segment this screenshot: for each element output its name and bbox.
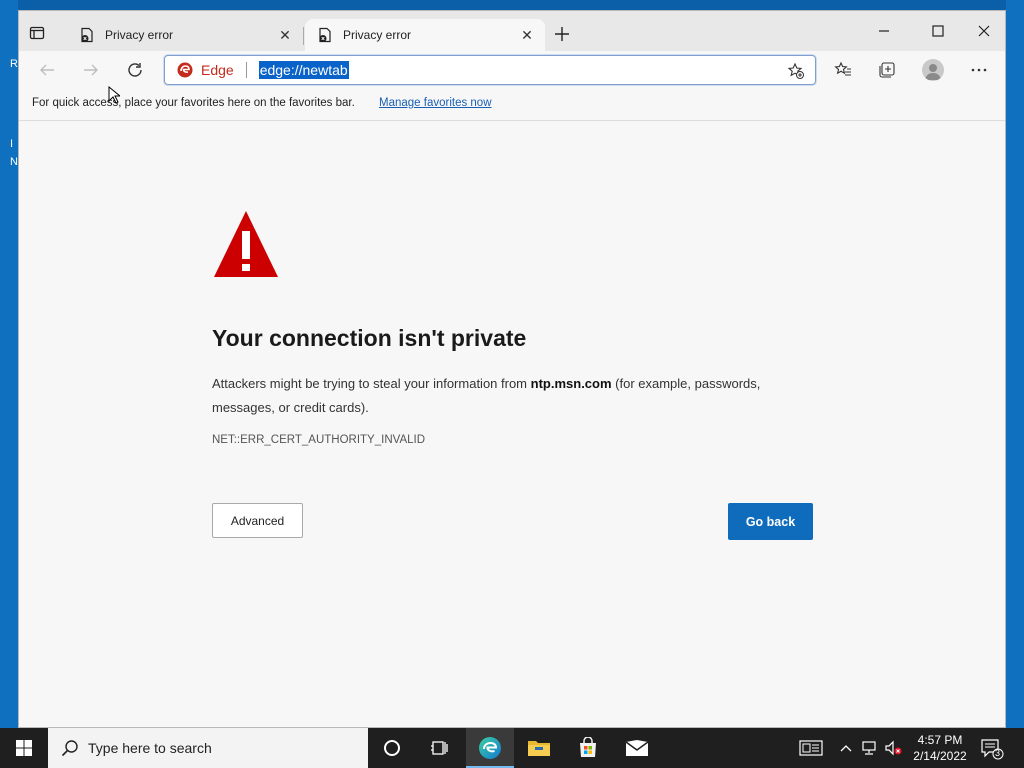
advanced-button[interactable]: Advanced [212, 503, 303, 538]
notification-count-badge: 3 [995, 748, 1001, 758]
warning-triangle-icon [214, 211, 278, 277]
taskbar-search-box[interactable]: Type here to search [48, 728, 368, 768]
refresh-icon[interactable] [125, 60, 145, 80]
new-tab-plus-icon[interactable] [553, 25, 571, 43]
description-text: Attackers might be trying to steal your … [212, 376, 531, 391]
site-identity-label[interactable]: Edge [201, 62, 234, 78]
desktop-background-left: R I N [0, 0, 18, 728]
edge-warning-icon [177, 62, 193, 78]
network-icon[interactable] [860, 738, 880, 758]
mouse-cursor-icon [108, 86, 120, 104]
page-title: Your connection isn't private [212, 325, 527, 351]
more-options-icon[interactable] [969, 60, 989, 80]
window-close-icon[interactable] [961, 17, 1007, 45]
system-clock[interactable]: 4:57 PM 2/14/2022 [906, 732, 974, 764]
clock-time: 4:57 PM [917, 733, 963, 747]
title-bar: Privacy error ✕ Privacy error ✕ [19, 11, 1005, 51]
notification-center-icon[interactable]: 3 [980, 738, 1004, 760]
minimize-icon[interactable] [861, 17, 907, 45]
address-bar[interactable]: Edge edge://newtab [164, 55, 816, 85]
chevron-up-icon[interactable] [836, 738, 856, 758]
taskbar: Type here to search 4:57 PM 2/14/2022 3 [0, 728, 1024, 768]
favorites-icon[interactable] [833, 60, 853, 80]
profile-avatar[interactable] [922, 59, 944, 81]
url-text[interactable]: edge://newtab [258, 61, 349, 79]
volume-muted-icon[interactable] [884, 738, 904, 758]
microsoft-store-icon[interactable] [564, 728, 612, 768]
task-view-icon[interactable] [416, 728, 464, 768]
close-icon[interactable]: ✕ [519, 27, 535, 43]
browser-window: Privacy error ✕ Privacy error ✕ Edge edg… [18, 10, 1006, 728]
windows-start-icon[interactable] [0, 728, 48, 768]
go-back-button[interactable]: Go back [728, 503, 813, 540]
favorites-bar: For quick access, place your favorites h… [19, 89, 1005, 121]
cortana-icon[interactable] [368, 728, 416, 768]
desktop-icon-label-fragment: I [10, 138, 14, 150]
tab-privacy-error-1[interactable]: Privacy error ✕ [67, 19, 304, 51]
manage-favorites-link[interactable]: Manage favorites now [379, 97, 492, 109]
favorites-bar-message: For quick access, place your favorites h… [32, 97, 355, 109]
tab-actions-icon[interactable] [29, 25, 45, 41]
maximize-icon[interactable] [915, 17, 961, 45]
search-placeholder: Type here to search [88, 740, 212, 756]
tab-privacy-error-2[interactable]: Privacy error ✕ [305, 19, 545, 51]
page-warning-icon [81, 27, 93, 43]
add-favorite-star-icon[interactable] [787, 62, 805, 80]
error-code: NET::ERR_CERT_AUTHORITY_INVALID [212, 434, 426, 446]
error-description: Attackers might be trying to steal your … [212, 372, 822, 420]
desktop-icon-label-fragment: R [10, 58, 18, 70]
clock-date: 2/14/2022 [913, 749, 967, 763]
file-explorer-icon[interactable] [515, 728, 563, 768]
edge-taskbar-icon[interactable] [466, 728, 514, 768]
error-host: ntp.msn.com [530, 376, 612, 391]
search-icon [61, 740, 78, 757]
desktop-background-right [1006, 0, 1024, 728]
back-arrow-icon[interactable] [37, 60, 57, 80]
desktop-icon-label-fragment: N [10, 156, 18, 168]
tab-title: Privacy error [343, 28, 412, 42]
page-warning-icon [319, 27, 331, 43]
mail-icon[interactable] [613, 728, 661, 768]
address-separator [245, 62, 247, 78]
address-toolbar: Edge edge://newtab [19, 51, 1005, 89]
close-icon[interactable]: ✕ [277, 27, 293, 43]
tab-title: Privacy error [105, 28, 174, 42]
forward-arrow-icon[interactable] [81, 60, 101, 80]
collections-icon[interactable] [877, 60, 897, 80]
news-widget-icon[interactable] [798, 738, 824, 758]
